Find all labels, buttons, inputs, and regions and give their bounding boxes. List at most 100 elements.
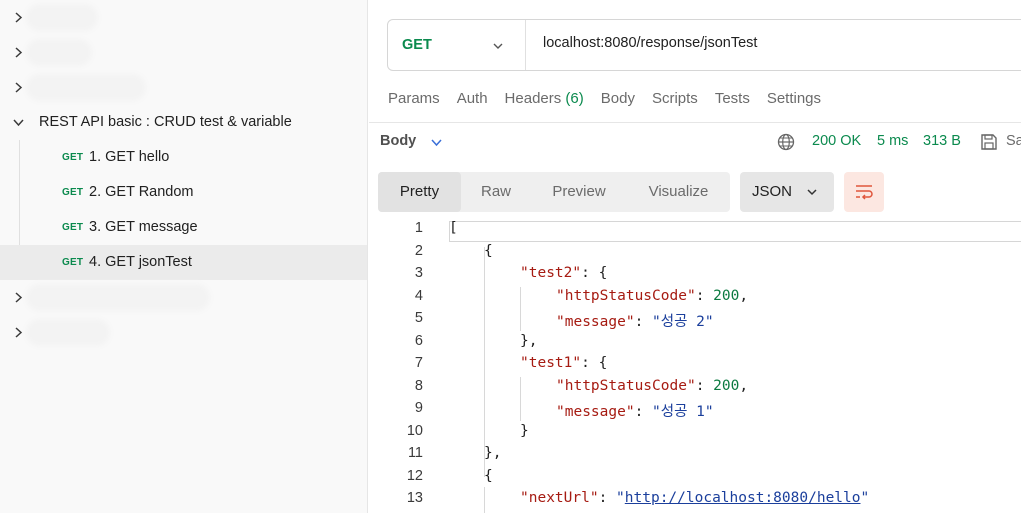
tab-headers-label: Headers xyxy=(504,90,562,107)
code-line: 6 }, xyxy=(369,330,1021,353)
save-icon[interactable] xyxy=(979,132,999,152)
status-code[interactable]: 200 OK xyxy=(812,133,861,149)
tab-headers[interactable]: Headers (6) xyxy=(505,90,584,110)
tab-tests[interactable]: Tests xyxy=(715,90,750,110)
chevron-down-icon[interactable] xyxy=(12,116,25,129)
request-name: 4. GET jsonTest xyxy=(89,254,192,270)
code-line: 3 "test2": { xyxy=(369,262,1021,285)
url-input[interactable] xyxy=(543,35,1013,51)
headers-count: (6) xyxy=(565,90,584,107)
format-select[interactable]: JSON xyxy=(740,172,834,212)
code-text: [ xyxy=(449,220,458,236)
request-tabs: Params Auth Headers (6) Body Scripts Tes… xyxy=(388,90,838,110)
tab-auth[interactable]: Auth xyxy=(457,90,488,110)
collection-item[interactable] xyxy=(0,280,367,315)
request-name: 2. GET Random xyxy=(89,184,194,200)
collection-item[interactable] xyxy=(0,70,367,105)
json-punct: : xyxy=(695,377,714,394)
tab-body[interactable]: Body xyxy=(601,90,635,110)
json-url-link[interactable]: http://localhost:8080/hello xyxy=(625,490,861,506)
tab-scripts[interactable]: Scripts xyxy=(652,90,698,110)
method-select[interactable]: GET xyxy=(388,20,526,70)
json-punct: : xyxy=(634,314,653,330)
line-number: 5 xyxy=(414,310,423,326)
view-raw[interactable]: Raw xyxy=(461,172,531,212)
request-item[interactable]: GET 2. GET Random xyxy=(0,175,367,210)
code-text: "test2": { xyxy=(520,265,607,281)
request-name: 1. GET hello xyxy=(89,149,170,165)
line-number: 1 xyxy=(414,220,423,236)
code-line: 8 "httpStatusCode": 200, xyxy=(369,375,1021,398)
redacted-label xyxy=(30,323,106,342)
globe-icon[interactable] xyxy=(777,133,795,151)
code-text: }, xyxy=(520,332,538,349)
method-label: GET xyxy=(402,37,432,53)
json-number: 200 xyxy=(713,377,740,394)
collection-folder[interactable]: REST API basic : CRUD test & variable xyxy=(0,105,367,140)
tab-settings[interactable]: Settings xyxy=(767,90,821,110)
view-visualize[interactable]: Visualize xyxy=(627,172,730,212)
line-number: 13 xyxy=(406,490,423,506)
save-response-button[interactable]: Sa xyxy=(1006,133,1021,149)
code-text: "httpStatusCode": 200, xyxy=(556,288,748,304)
wrap-lines-button[interactable] xyxy=(844,172,884,212)
line-number: 7 xyxy=(414,355,423,371)
json-number: 200 xyxy=(713,287,740,304)
chevron-right-icon[interactable] xyxy=(12,81,25,94)
chevron-right-icon[interactable] xyxy=(12,11,25,24)
tab-params[interactable]: Params xyxy=(388,90,440,110)
code-text: "message": "성공 1" xyxy=(556,400,714,421)
view-pretty[interactable]: Pretty xyxy=(378,172,461,212)
code-line: 10 } xyxy=(369,420,1021,443)
request-item[interactable]: GET 1. GET hello xyxy=(0,140,367,175)
line-number: 3 xyxy=(414,265,423,281)
method-badge: GET xyxy=(62,152,84,163)
json-quote: " xyxy=(860,490,870,506)
line-number: 2 xyxy=(414,242,423,259)
line-number: 4 xyxy=(414,287,423,304)
response-size[interactable]: 313 B xyxy=(923,133,961,149)
json-quote: " xyxy=(616,490,625,506)
redacted-label xyxy=(30,8,94,27)
line-number: 9 xyxy=(414,400,423,416)
code-line: 12 { xyxy=(369,465,1021,488)
chevron-down-icon[interactable] xyxy=(430,136,443,149)
code-text: "httpStatusCode": 200, xyxy=(556,378,748,394)
response-time[interactable]: 5 ms xyxy=(877,133,908,149)
chevron-down-icon xyxy=(807,189,817,196)
format-label: JSON xyxy=(752,183,793,200)
response-body-dropdown[interactable]: Body xyxy=(380,133,416,149)
json-punct: : xyxy=(695,287,714,304)
redacted-label xyxy=(30,288,206,307)
view-mode-segmented: Pretty Raw Preview Visualize xyxy=(378,172,730,212)
json-key: "message" xyxy=(556,404,635,420)
view-preview[interactable]: Preview xyxy=(531,172,627,212)
url-bar: GET xyxy=(387,19,1021,71)
request-item[interactable]: GET 3. GET message xyxy=(0,210,367,245)
code-line: 7 "test1": { xyxy=(369,352,1021,375)
line-number: 11 xyxy=(407,445,423,461)
code-line: 1 [ xyxy=(369,217,1021,242)
json-punct: : { xyxy=(581,265,608,281)
request-item-active[interactable]: GET 4. GET jsonTest xyxy=(0,245,367,280)
json-key: "message" xyxy=(556,314,635,330)
chevron-right-icon[interactable] xyxy=(12,291,25,304)
line-number: 6 xyxy=(414,332,423,349)
response-body-viewer[interactable]: 1 [ 2 { 3 "test2": { 4 "httpStatusCode":… xyxy=(369,217,1021,513)
redacted-label xyxy=(30,78,142,97)
collection-item[interactable] xyxy=(0,35,367,70)
code-text: "nextUrl": "http://localhost:8080/hello" xyxy=(520,490,869,506)
json-key: "test2" xyxy=(520,265,582,281)
collection-item[interactable] xyxy=(0,315,367,350)
sidebar: REST API basic : CRUD test & variable GE… xyxy=(0,0,368,513)
chevron-right-icon[interactable] xyxy=(12,326,25,339)
collection-item[interactable] xyxy=(0,0,367,35)
code-text: }, xyxy=(484,445,502,461)
code-line: 4 "httpStatusCode": 200, xyxy=(369,285,1021,308)
json-punct: : xyxy=(598,490,617,506)
code-line: 2 { xyxy=(369,240,1021,263)
redacted-label xyxy=(30,43,88,62)
json-key: "httpStatusCode" xyxy=(556,377,696,394)
chevron-down-icon xyxy=(493,43,503,49)
chevron-right-icon[interactable] xyxy=(12,46,25,59)
